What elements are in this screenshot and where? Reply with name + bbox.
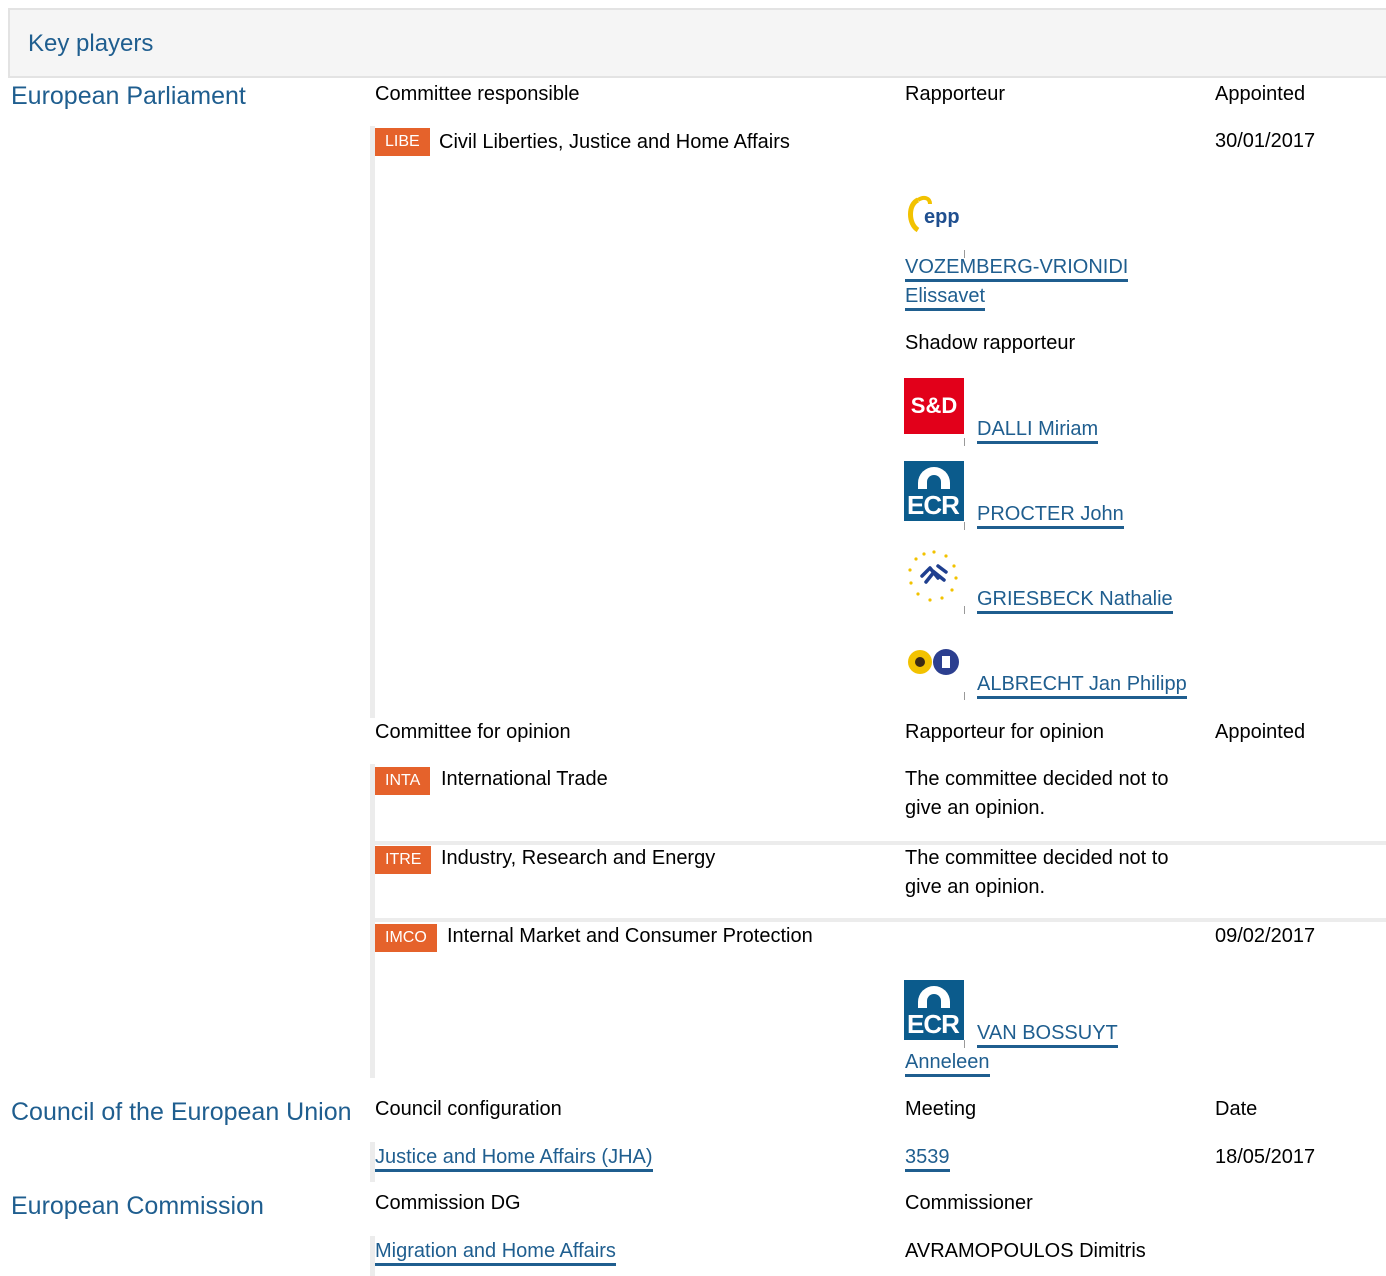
commission-dg-link[interactable]: Migration and Home Affairs (375, 1237, 616, 1266)
col-rapporteur: Rapporteur (905, 83, 1006, 105)
itre-no-opinion-note: The committee decided not to give an opi… (905, 847, 1169, 898)
institution-ep-link[interactable]: European Parliament (11, 82, 246, 111)
svg-text:epp: epp (924, 206, 960, 228)
committee-name-imco: Internal Market and Consumer Protection (447, 925, 813, 947)
shadow-rapporteur-label: Shadow rapporteur (905, 332, 1076, 354)
ep-responsible-bar (370, 126, 375, 718)
col-date: Date (1215, 1098, 1258, 1120)
col-rapporteur-opinion: Rapporteur for opinion (905, 721, 1105, 743)
shadow-link-griesbeck[interactable]: GRIESBECK Nathalie (977, 585, 1173, 614)
key-players-header: Key players (8, 8, 1386, 78)
inta-no-opinion-note: The committee decided not to give an opi… (905, 768, 1169, 819)
col-appointed-opinion: Appointed (1215, 721, 1306, 743)
col-appointed: Appointed (1215, 83, 1306, 105)
tick (964, 692, 965, 700)
imco-appointed-date: 09/02/2017 (1215, 925, 1316, 947)
section-title: Key players (28, 30, 154, 57)
rapporteur-link-line2[interactable]: Elissavet (905, 282, 986, 311)
committee-badge-itre[interactable]: ITRE (375, 846, 432, 874)
tick (964, 522, 965, 530)
col-committee-opinion: Committee for opinion (375, 721, 571, 743)
rapporteur-link[interactable]: VOZEMBERG-VRIONIDI (905, 253, 1129, 282)
col-commissioner: Commissioner (905, 1192, 1033, 1214)
shadow-link-albrecht[interactable]: ALBRECHT Jan Philipp (977, 670, 1187, 699)
shadow-link-dalli[interactable]: DALLI Miriam (977, 415, 1099, 444)
commissioner-name: AVRAMOPOULOS Dimitris (905, 1240, 1146, 1262)
committee-badge-imco[interactable]: IMCO (375, 924, 437, 952)
greens-efa-logo-icon (904, 632, 964, 692)
tick (964, 1040, 965, 1048)
committee-name-itre: Industry, Research and Energy (441, 847, 716, 869)
council-date: 18/05/2017 (1215, 1146, 1316, 1168)
col-commission-dg: Commission DG (375, 1192, 521, 1214)
ecr-logo-icon: ECR (904, 461, 964, 521)
committee-badge-inta[interactable]: INTA (375, 767, 431, 795)
shadow-link-procter[interactable]: PROCTER John (977, 500, 1124, 529)
alde-logo-icon (904, 546, 964, 606)
tick (964, 606, 965, 614)
imco-rapporteur-link-line2[interactable]: Anneleen (905, 1048, 990, 1077)
col-council-configuration: Council configuration (375, 1098, 562, 1120)
sd-logo-icon: S&D (904, 378, 964, 434)
committee-name-libe: Civil Liberties, Justice and Home Affair… (439, 131, 790, 153)
committee-badge-libe[interactable]: LIBE (375, 128, 430, 156)
col-meeting: Meeting (905, 1098, 977, 1120)
libe-appointed-date: 30/01/2017 (1215, 130, 1316, 152)
institution-council-link[interactable]: Council of the European Union (11, 1098, 352, 1127)
col-committee-responsible: Committee responsible (375, 83, 580, 105)
tick (964, 438, 965, 446)
institution-commission-link[interactable]: European Commission (11, 1192, 264, 1221)
imco-rapporteur-link[interactable]: VAN BOSSUYT (977, 1019, 1118, 1048)
epp-logo-icon: epp (904, 186, 964, 246)
committee-name-inta: International Trade (441, 768, 608, 790)
ecr-logo-icon: ECR (904, 980, 964, 1040)
council-meeting-link[interactable]: 3539 (905, 1143, 950, 1172)
council-config-link[interactable]: Justice and Home Affairs (JHA) (375, 1143, 653, 1172)
